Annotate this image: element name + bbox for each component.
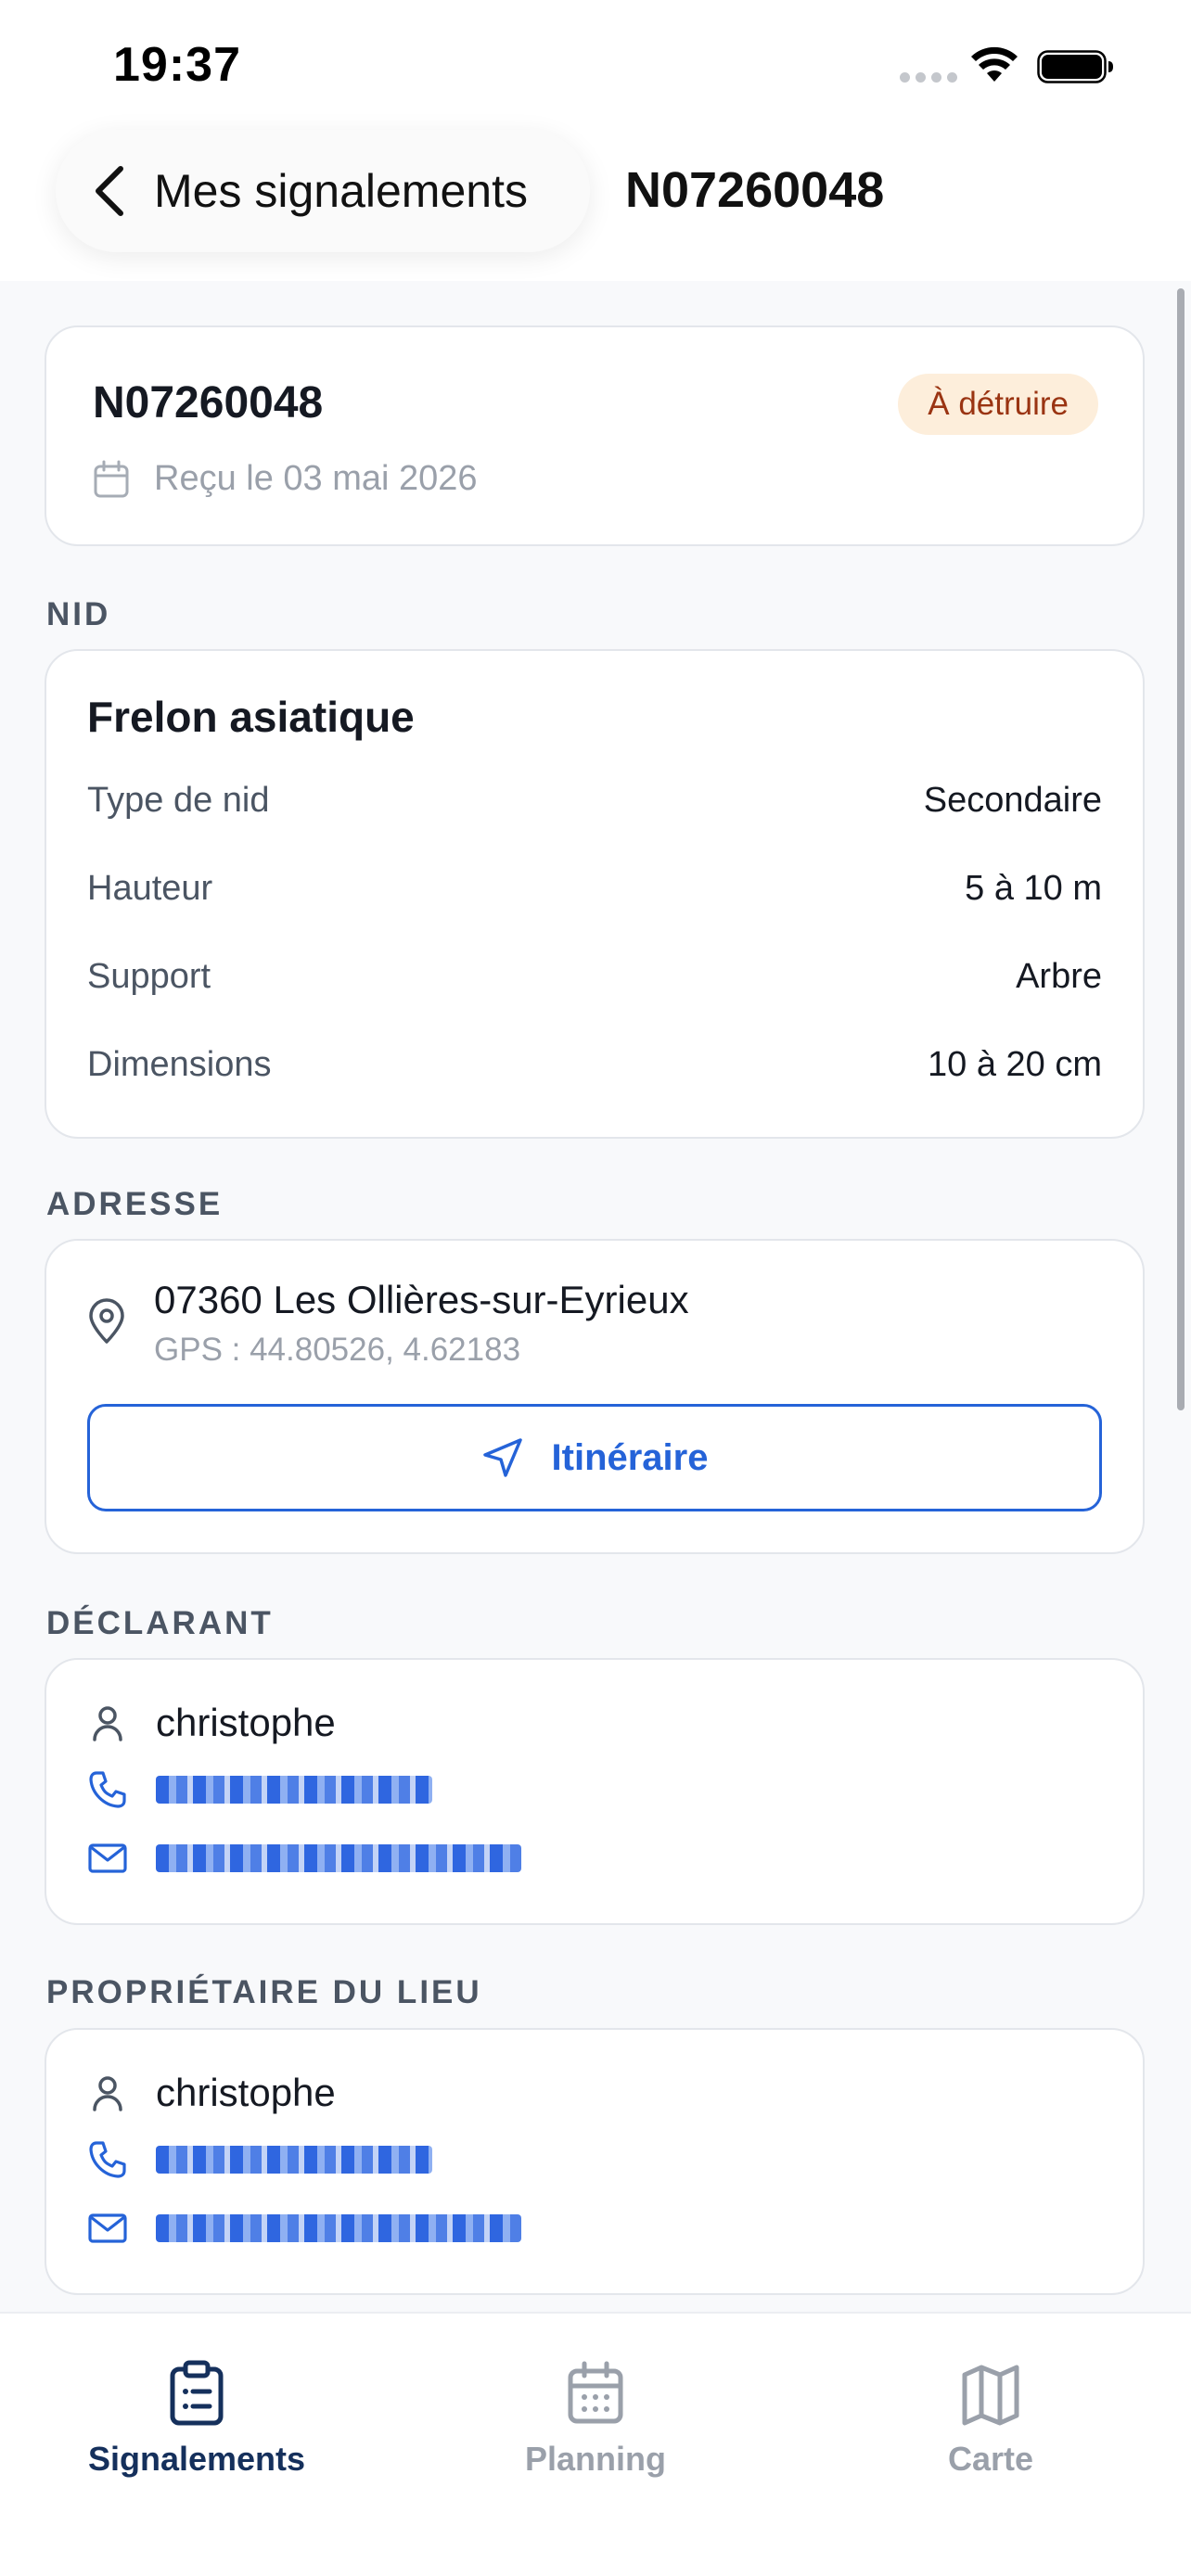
phone-icon bbox=[89, 1771, 126, 1808]
map-icon bbox=[962, 2365, 1019, 2426]
declarant-phone-row[interactable] bbox=[87, 1769, 432, 1810]
page-title: N07260048 bbox=[625, 162, 885, 218]
scroll-content[interactable]: N07260048 À détruire Reçu le 03 mai 2026… bbox=[0, 281, 1191, 2312]
tab-signalements[interactable]: Signalements bbox=[44, 2360, 350, 2479]
status-bar: 19:37 bbox=[0, 0, 1191, 130]
declarant-name-row: christophe bbox=[87, 1701, 336, 1745]
tab-planning[interactable]: Planning bbox=[442, 2360, 749, 2479]
dimensions-label: Dimensions bbox=[87, 1045, 272, 1084]
calendar-icon bbox=[94, 460, 129, 497]
back-button-label: Mes signalements bbox=[154, 165, 528, 217]
declarant-email-redacted[interactable] bbox=[156, 1844, 521, 1872]
mail-icon bbox=[88, 2213, 127, 2243]
received-date: Reçu le 03 mai 2026 bbox=[154, 459, 478, 498]
owner-email-redacted[interactable] bbox=[156, 2214, 521, 2242]
user-icon bbox=[93, 1706, 122, 1741]
received-date-row: Reçu le 03 mai 2026 bbox=[93, 459, 478, 499]
navigation-bar: Mes signalements N07260048 bbox=[0, 130, 1191, 281]
phone-icon bbox=[89, 2141, 126, 2178]
section-label-owner: PROPRIÉTAIRE DU LIEU bbox=[46, 1974, 482, 2010]
owner-phone-row[interactable] bbox=[87, 2139, 432, 2180]
declarant-phone-redacted[interactable] bbox=[156, 1776, 432, 1804]
report-header-card: N07260048 À détruire Reçu le 03 mai 2026 bbox=[45, 325, 1145, 546]
cellular-signal-icon bbox=[900, 72, 957, 83]
scroll-indicator bbox=[1177, 288, 1185, 1410]
status-badge: À détruire bbox=[898, 374, 1098, 435]
owner-phone-redacted[interactable] bbox=[156, 2146, 432, 2174]
map-pin-icon bbox=[89, 1298, 124, 1344]
gps-coordinates: GPS : 44.80526, 4.62183 bbox=[154, 1332, 521, 1368]
nest-card: Frelon asiatique Type de nid Secondaire … bbox=[45, 649, 1145, 1139]
owner-email-row[interactable] bbox=[87, 2208, 521, 2249]
tab-carte-label: Carte bbox=[947, 2440, 1034, 2478]
itinerary-label: Itinéraire bbox=[551, 1436, 709, 1478]
back-button[interactable]: Mes signalements bbox=[56, 130, 590, 252]
declarant-name: christophe bbox=[156, 1701, 336, 1744]
report-id: N07260048 bbox=[93, 378, 324, 427]
itinerary-button[interactable]: Itinéraire bbox=[87, 1404, 1102, 1511]
declarant-email-row[interactable] bbox=[87, 1838, 521, 1879]
dimensions-value: 10 à 20 cm bbox=[928, 1045, 1102, 1084]
support-value: Arbre bbox=[1016, 957, 1102, 996]
height-label: Hauteur bbox=[87, 869, 213, 908]
wifi-icon bbox=[971, 46, 1018, 82]
section-label-declarant: DÉCLARANT bbox=[46, 1605, 274, 1641]
section-label-nid: NID bbox=[46, 596, 111, 632]
calendar-icon bbox=[568, 2361, 623, 2424]
status-time: 19:37 bbox=[113, 38, 241, 92]
declarant-card: christophe bbox=[45, 1658, 1145, 1925]
battery-icon bbox=[1037, 50, 1113, 83]
dimensions-row: Dimensions 10 à 20 cm bbox=[87, 1045, 1102, 1085]
user-icon bbox=[93, 2076, 122, 2111]
height-value: 5 à 10 m bbox=[965, 869, 1102, 908]
owner-name-row: christophe bbox=[87, 2071, 336, 2115]
address-card: 07360 Les Ollières-sur-Eyrieux GPS : 44.… bbox=[45, 1239, 1145, 1554]
navigation-arrow-icon bbox=[482, 1438, 522, 1477]
address-text: 07360 Les Ollières-sur-Eyrieux bbox=[154, 1278, 689, 1321]
tab-carte[interactable]: Carte bbox=[838, 2360, 1144, 2479]
nest-type-label: Type de nid bbox=[87, 781, 270, 820]
species-name: Frelon asiatique bbox=[87, 693, 415, 741]
height-row: Hauteur 5 à 10 m bbox=[87, 869, 1102, 909]
chevron-left-icon bbox=[96, 166, 123, 216]
tab-signalements-label: Signalements bbox=[87, 2440, 306, 2478]
tab-bar: Signalements Planning Carte bbox=[0, 2312, 1191, 2576]
address-row: 07360 Les Ollières-sur-Eyrieux GPS : 44.… bbox=[87, 1278, 689, 1369]
nest-type-row: Type de nid Secondaire bbox=[87, 781, 1102, 821]
owner-card: christophe bbox=[45, 2028, 1145, 2295]
mail-icon bbox=[88, 1843, 127, 1873]
section-label-address: ADRESSE bbox=[46, 1186, 224, 1222]
clipboard-list-icon bbox=[170, 2360, 224, 2426]
support-row: Support Arbre bbox=[87, 957, 1102, 997]
owner-name: christophe bbox=[156, 2071, 336, 2114]
tab-planning-label: Planning bbox=[525, 2440, 666, 2478]
support-label: Support bbox=[87, 957, 211, 996]
nest-type-value: Secondaire bbox=[923, 781, 1102, 820]
